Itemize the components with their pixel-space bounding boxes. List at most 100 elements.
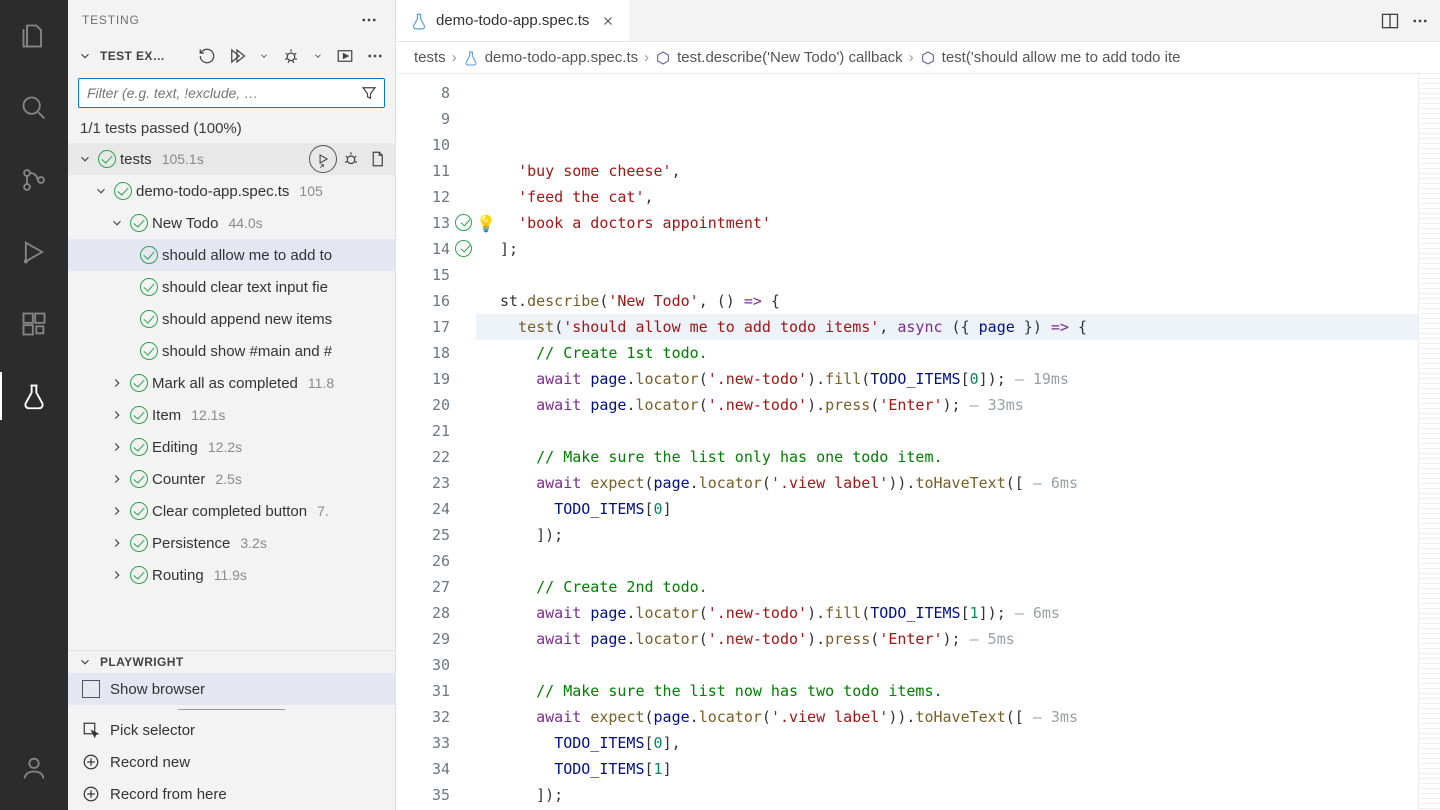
pass-icon [130, 406, 148, 424]
tree-time: 12.2s [208, 439, 242, 455]
checkbox-icon[interactable] [82, 680, 100, 698]
sidebar-title: TESTING [82, 13, 140, 27]
tree-suite-mark-all[interactable]: Mark all as completed 11.8 [68, 367, 395, 399]
section-more-icon[interactable] [363, 44, 387, 68]
editor-more-icon[interactable] [1408, 9, 1432, 33]
breadcrumb-item[interactable]: demo-todo-app.spec.ts [485, 49, 638, 66]
chevron-down-icon[interactable] [309, 51, 327, 61]
tree-label: Item [152, 407, 181, 424]
code-content[interactable]: 💡 'buy some cheese', 'feed the cat', 'bo… [476, 74, 1418, 810]
filter-input-wrap [78, 78, 385, 108]
filter-input[interactable] [79, 81, 354, 105]
chevron-down-icon [76, 655, 94, 669]
tree-suite-clear-completed[interactable]: Clear completed button 7. [68, 495, 395, 527]
tree-time: 11.8 [308, 375, 334, 391]
breadcrumb-item[interactable]: test('should allow me to add todo ite [942, 49, 1181, 66]
tree-suite-counter[interactable]: Counter 2.5s [68, 463, 395, 495]
activity-run-debug[interactable] [10, 228, 58, 276]
chevron-right-icon [108, 472, 126, 486]
record-from-here-option[interactable]: Record from here [68, 778, 395, 810]
chevron-down-icon [76, 152, 94, 166]
chevron-right-icon [108, 536, 126, 550]
close-icon[interactable] [601, 14, 615, 28]
tab-title: demo-todo-app.spec.ts [436, 12, 589, 29]
sidebar-more-icon[interactable] [357, 8, 381, 32]
pick-selector-option[interactable]: Pick selector [68, 714, 395, 746]
tree-suite-routing[interactable]: Routing 11.9s [68, 559, 395, 591]
tree-label: tests [120, 151, 152, 168]
tree-time: 44.0s [228, 215, 262, 231]
plus-circle-icon [82, 785, 100, 803]
filter-icon[interactable] [354, 84, 384, 102]
tab-demo-todo[interactable]: demo-todo-app.spec.ts [396, 0, 629, 41]
record-new-option[interactable]: Record new [68, 746, 395, 778]
lightbulb-icon[interactable]: 💡 [476, 211, 496, 237]
run-test-button[interactable] [309, 145, 337, 173]
breadcrumb-item[interactable]: test.describe('New Todo') callback [677, 49, 903, 66]
divider [178, 709, 285, 710]
goto-test-icon[interactable] [365, 147, 389, 171]
tree-suite-persistence[interactable]: Persistence 3.2s [68, 527, 395, 559]
test-tree: tests 105.1s demo-todo-app.spec.ts 105 N… [68, 143, 395, 650]
symbol-method-icon [655, 50, 671, 66]
chevron-right-icon: › [452, 49, 457, 66]
tree-test-4[interactable]: should show #main and # [68, 335, 395, 367]
refresh-icon[interactable] [195, 44, 219, 68]
tree-suite-item[interactable]: Item 12.1s [68, 399, 395, 431]
show-browser-option[interactable]: Show browser [68, 673, 395, 705]
tree-label: should show #main and # [162, 343, 332, 360]
activity-source-control[interactable] [10, 156, 58, 204]
tree-root[interactable]: tests 105.1s [68, 143, 395, 175]
chevron-right-icon [108, 504, 126, 518]
activity-extensions[interactable] [10, 300, 58, 348]
run-all-icon[interactable] [225, 44, 249, 68]
code-editor[interactable]: 8910111213141516171819202122232425262728… [396, 74, 1440, 810]
tree-time: 105.1s [162, 151, 204, 167]
activity-accounts[interactable] [10, 744, 58, 792]
activity-search[interactable] [10, 84, 58, 132]
tree-time: 7. [317, 503, 329, 519]
tree-test-1[interactable]: should allow me to add to [68, 239, 395, 271]
pass-icon [130, 502, 148, 520]
tree-label: demo-todo-app.spec.ts [136, 183, 289, 200]
chevron-down-icon [76, 49, 94, 63]
tree-label: New Todo [152, 215, 218, 232]
tree-label: Persistence [152, 535, 230, 552]
breadcrumb-item[interactable]: tests [414, 49, 446, 66]
chevron-right-icon [108, 408, 126, 422]
tree-suite-editing[interactable]: Editing 12.2s [68, 431, 395, 463]
pass-icon [130, 214, 148, 232]
pass-icon [114, 182, 132, 200]
tree-label: Editing [152, 439, 198, 456]
playwright-header[interactable]: PLAYWRIGHT [68, 651, 395, 673]
pass-icon [98, 150, 116, 168]
testing-sidebar: TESTING TEST EX… 1/1 tests passed (100%) [68, 0, 396, 810]
activity-explorer[interactable] [10, 12, 58, 60]
debug-test-icon[interactable] [339, 147, 363, 171]
chevron-right-icon: › [909, 49, 914, 66]
plus-circle-icon [82, 753, 100, 771]
pass-icon [140, 278, 158, 296]
chevron-right-icon [108, 376, 126, 390]
tree-test-2[interactable]: should clear text input fie [68, 271, 395, 303]
split-editor-icon[interactable] [1378, 9, 1402, 33]
debug-all-icon[interactable] [279, 44, 303, 68]
breadcrumb[interactable]: tests › demo-todo-app.spec.ts › test.des… [396, 42, 1440, 74]
option-label: Record from here [110, 786, 227, 803]
test-explorer-header[interactable]: TEST EX… [68, 40, 395, 72]
show-output-icon[interactable] [333, 44, 357, 68]
pass-icon [140, 342, 158, 360]
activity-testing[interactable] [10, 372, 58, 420]
chevron-right-icon [108, 568, 126, 582]
chevron-down-icon [108, 216, 126, 230]
chevron-down-icon [92, 184, 110, 198]
tree-file[interactable]: demo-todo-app.spec.ts 105 [68, 175, 395, 207]
flask-icon [463, 50, 479, 66]
option-label: Pick selector [110, 722, 195, 739]
tree-suite-new-todo[interactable]: New Todo 44.0s [68, 207, 395, 239]
tree-test-3[interactable]: should append new items [68, 303, 395, 335]
chevron-down-icon[interactable] [255, 51, 273, 61]
pass-icon [140, 246, 158, 264]
minimap[interactable] [1418, 74, 1440, 810]
tree-label: should append new items [162, 311, 332, 328]
